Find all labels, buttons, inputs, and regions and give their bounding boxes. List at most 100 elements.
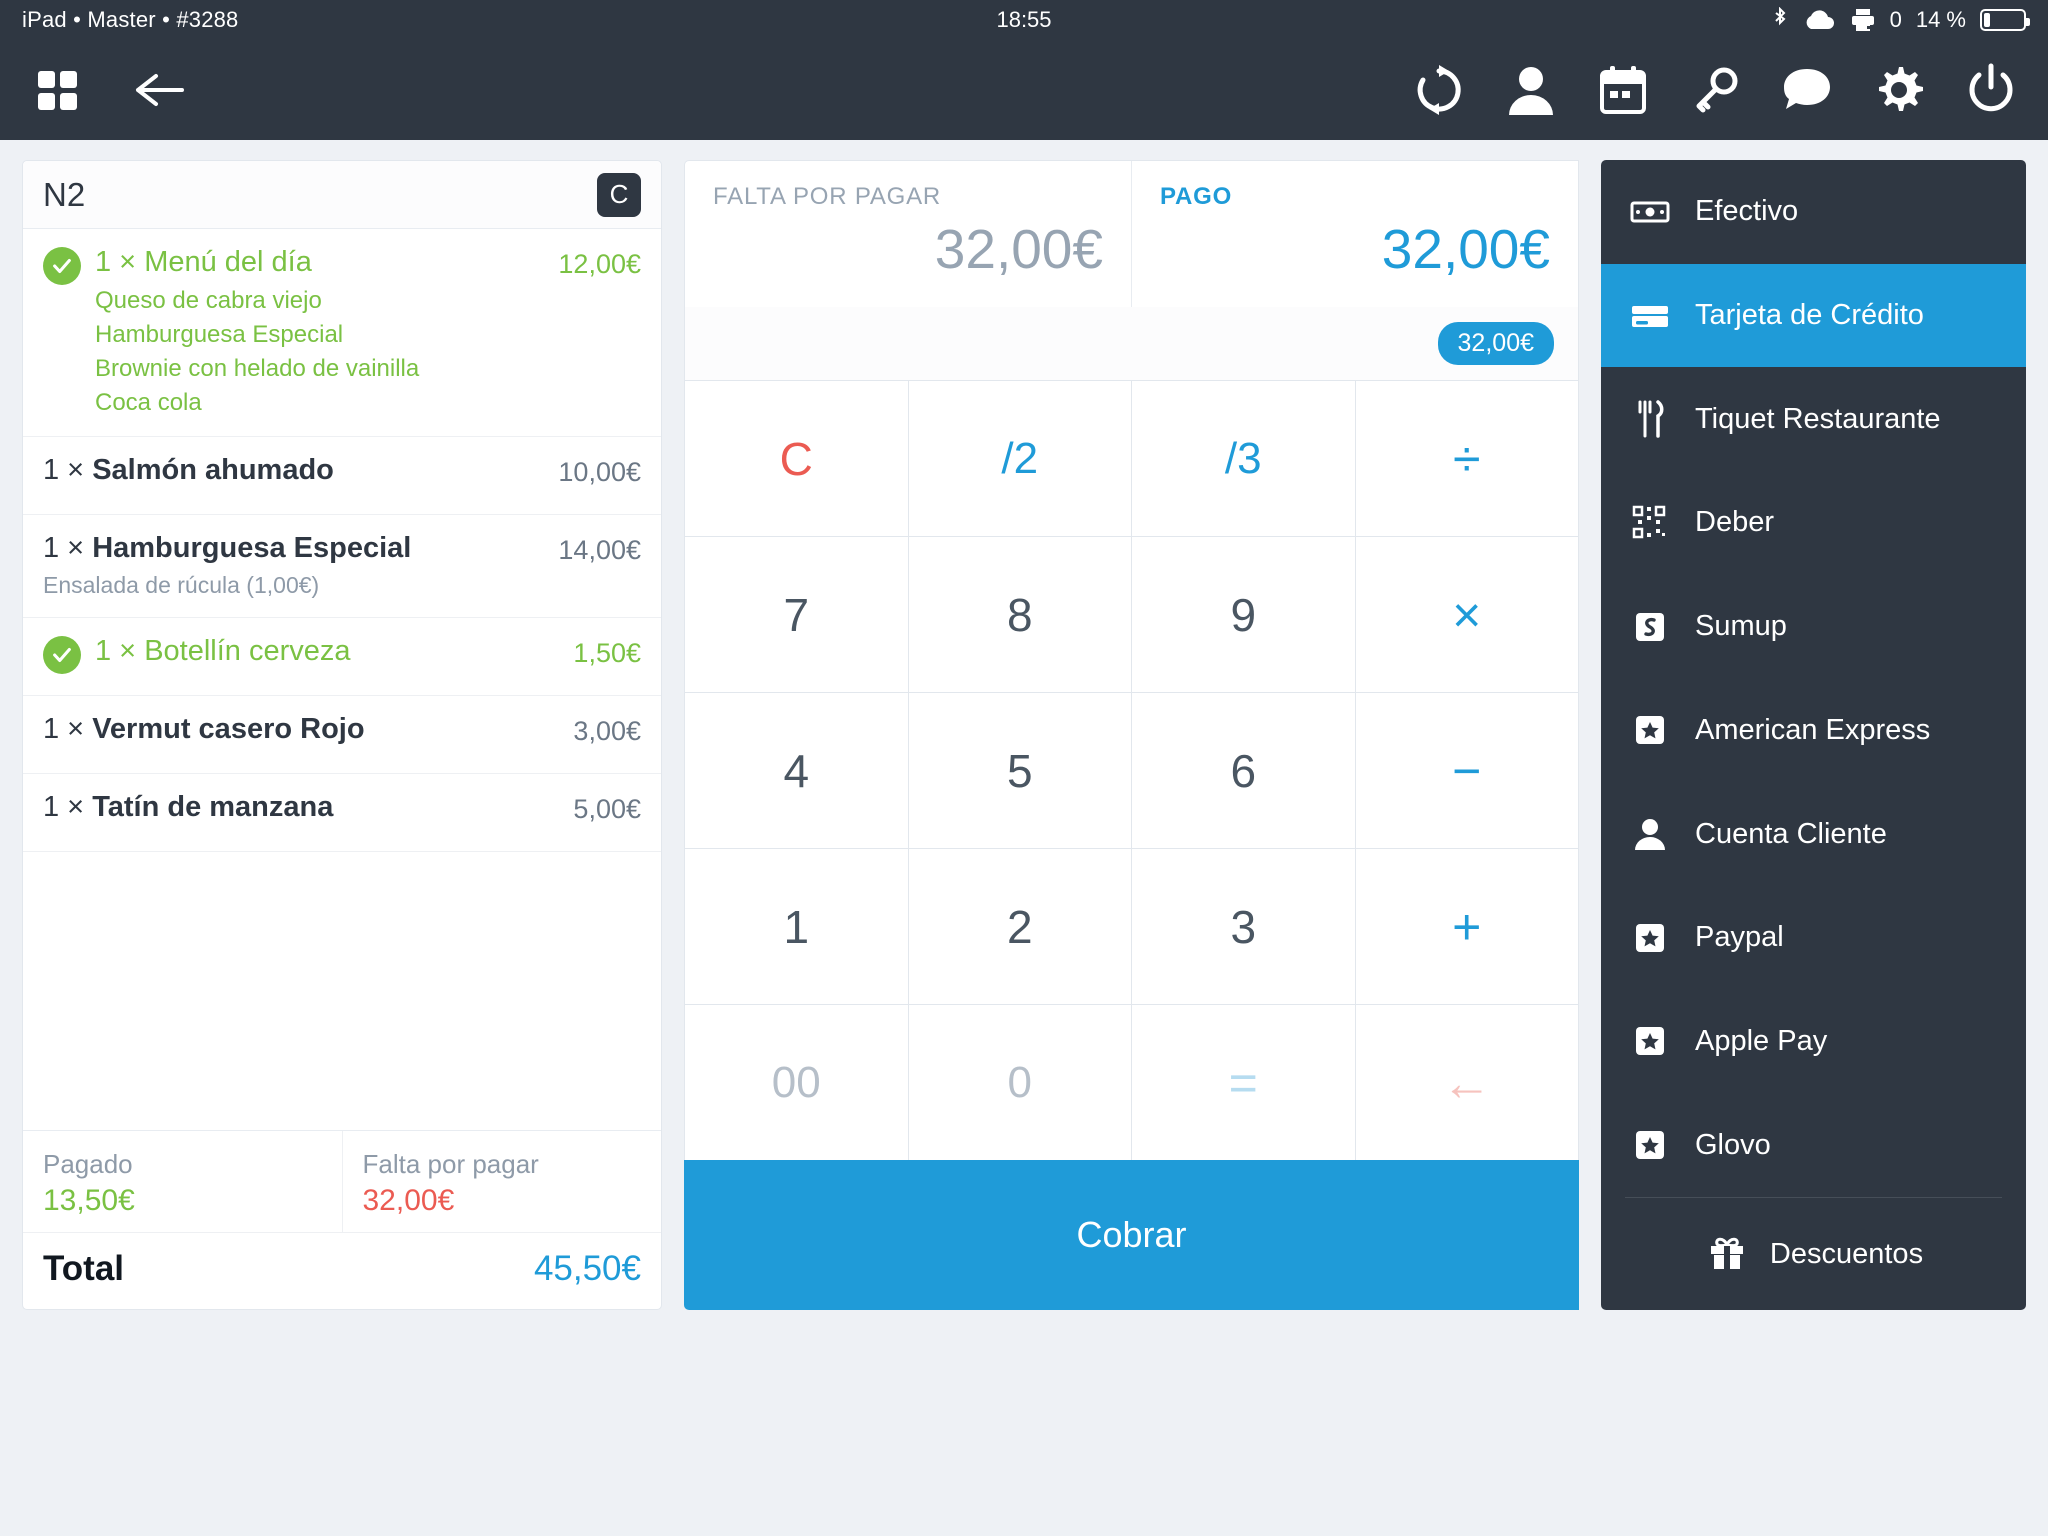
keypad-key-[interactable]: = <box>1132 1005 1355 1160</box>
paid-label: Pagado <box>43 1149 133 1179</box>
paid-cell: Pagado 13,50€ <box>23 1131 342 1232</box>
payment-method-paypal[interactable]: Paypal <box>1601 886 2026 990</box>
star-badge-icon <box>1627 1021 1673 1061</box>
keypad-key-9[interactable]: 9 <box>1132 537 1355 692</box>
keypad-key-3[interactable]: 3 <box>1132 849 1355 1004</box>
order-item-price: 3,00€ <box>573 715 641 746</box>
payment-method-tarjeta-de-cr-dito[interactable]: Tarjeta de Crédito <box>1601 263 2026 368</box>
order-item-price: 12,00€ <box>558 249 641 279</box>
gear-icon[interactable] <box>1868 59 1930 121</box>
keypad-key-1[interactable]: 1 <box>685 849 908 1004</box>
quick-amount-chip[interactable]: 32,00€ <box>1437 322 1554 365</box>
grid-menu-icon[interactable] <box>26 59 88 121</box>
payment-method-tiquet-restaurante[interactable]: Tiquet Restaurante <box>1601 367 2026 471</box>
order-item-title: 1 × Hamburguesa Especial <box>43 532 412 565</box>
order-item-title: 1 × Menú del día <box>95 246 312 278</box>
credit-card-icon <box>1627 296 1673 336</box>
paid-value: 13,50€ <box>43 1184 135 1217</box>
payment-method-glovo[interactable]: Glovo <box>1601 1093 2026 1197</box>
keypad-key-2[interactable]: 2 <box>908 849 1131 1004</box>
order-header: N2 C <box>23 161 661 229</box>
check-icon <box>43 247 81 285</box>
keypad-key-[interactable]: + <box>1355 849 1578 1004</box>
course-badge[interactable]: C <box>597 172 641 217</box>
order-item-row[interactable]: 1 × Hamburguesa Especial Ensalada de rúcu… <box>23 515 661 618</box>
keypad-key-[interactable]: ÷ <box>1355 381 1578 536</box>
keypad-key-00[interactable]: 00 <box>685 1005 908 1160</box>
payment-methods-list: Efectivo Tarjeta de Crédito Tiquet Restaur… <box>1601 160 2026 1197</box>
keypad-key-4[interactable]: 4 <box>685 693 908 848</box>
order-item-body: 1 × Menú del día Queso de cabra viejo Hamb… <box>95 245 544 420</box>
order-item-row[interactable]: 1 × Vermut casero Rojo 3,00€ <box>23 696 661 774</box>
key-icon[interactable] <box>1684 59 1746 121</box>
user-icon[interactable] <box>1500 59 1562 121</box>
back-arrow-icon[interactable] <box>128 59 190 121</box>
remaining-label: FALTA POR PAGAR <box>713 183 942 210</box>
keypad-key-2[interactable]: /2 <box>908 381 1131 536</box>
person-icon <box>1627 814 1673 854</box>
order-totals: Pagado 13,50€ Falta por pagar 32,00€ Tot… <box>23 1130 661 1309</box>
payment-method-deber[interactable]: Deber <box>1601 471 2026 575</box>
sync-icon[interactable] <box>1408 59 1470 121</box>
status-bar-left-text: iPad • Master • #3288 <box>22 7 239 32</box>
payment-method-efectivo[interactable]: Efectivo <box>1601 160 2026 264</box>
calendar-icon[interactable] <box>1592 59 1654 121</box>
payment-method-label: Cuenta Cliente <box>1695 817 1887 850</box>
order-item-row[interactable]: 1 × Menú del día Queso de cabra viejo Hamb… <box>23 229 661 438</box>
star-badge-icon <box>1627 1125 1673 1165</box>
order-item-body: 1 × Botellín cerveza <box>95 634 559 669</box>
due-cell: Falta por pagar 32,00€ <box>341 1131 662 1232</box>
payment-method-label: Deber <box>1695 506 1774 539</box>
keypad-key-[interactable]: × <box>1355 537 1578 692</box>
keypad-key-6[interactable]: 6 <box>1132 693 1355 848</box>
payment-method-label: Apple Pay <box>1695 1024 1828 1057</box>
payment-method-label: American Express <box>1695 713 1931 746</box>
keypad-key-[interactable]: − <box>1355 693 1578 848</box>
total-row: Total 45,50€ <box>23 1232 661 1309</box>
keypad-key-C[interactable]: C <box>685 381 908 536</box>
keypad-key-3[interactable]: /3 <box>1132 381 1355 536</box>
numeric-keypad: C/2/3 ÷ 7 8 9 × 4 5 6−1 2 3 +00 0 = ← <box>684 381 1579 1160</box>
order-item-body: 1 × Salmón ahumado <box>43 453 544 488</box>
check-icon <box>43 635 81 674</box>
payment-method-cuenta-cliente[interactable]: Cuenta Cliente <box>1601 782 2026 886</box>
order-title: N2 <box>43 175 86 213</box>
payment-method-sumup[interactable]: Sumup <box>1601 575 2026 679</box>
top-navigation-bar <box>0 40 2048 140</box>
order-item-body: 1 × Hamburguesa Especial Ensalada de rúcu… <box>43 531 544 601</box>
discounts-button[interactable]: Descuentos <box>1601 1198 2026 1310</box>
payment-value: 32,00€ <box>1381 218 1550 280</box>
chat-icon[interactable] <box>1776 59 1838 121</box>
qr-code-icon <box>1627 503 1673 543</box>
order-item-row[interactable]: 1 × Tatín de manzana 5,00€ <box>23 774 661 852</box>
star-badge-icon <box>1627 918 1673 958</box>
keypad-key-7[interactable]: 7 <box>685 537 908 692</box>
payment-method-label: Sumup <box>1695 610 1787 643</box>
keypad-key-0[interactable]: 0 <box>908 1005 1131 1160</box>
charge-button[interactable]: Cobrar <box>684 1160 1579 1310</box>
sumup-icon <box>1627 607 1673 647</box>
keypad-key-5[interactable]: 5 <box>908 693 1131 848</box>
payment-cell[interactable]: PAGO 32,00€ <box>1131 161 1578 307</box>
payment-method-apple-pay[interactable]: Apple Pay <box>1601 990 2026 1094</box>
printer-count: 0 <box>1889 7 1902 32</box>
order-item-body: 1 × Vermut casero Rojo <box>43 712 559 747</box>
order-item-price: 10,00€ <box>558 457 641 488</box>
remaining-cell[interactable]: FALTA POR PAGAR 32,00€ <box>685 161 1131 307</box>
due-value: 32,00€ <box>362 1184 455 1217</box>
total-label: Total <box>43 1249 125 1288</box>
payment-method-label: Tiquet Restaurante <box>1695 402 1941 435</box>
order-item-modifiers: Queso de cabra viejo Hamburguesa Especial… <box>95 286 420 417</box>
order-item-row[interactable]: 1 × Salmón ahumado 10,00€ <box>23 437 661 516</box>
keypad-key-8[interactable]: 8 <box>908 537 1131 692</box>
keypad-key-[interactable]: ← <box>1355 1005 1578 1160</box>
payment-method-american-express[interactable]: American Express <box>1601 679 2026 783</box>
order-item-row[interactable]: 1 × Botellín cerveza 1,50€ <box>23 618 661 696</box>
battery-icon <box>1980 9 2030 31</box>
status-bar-clock: 18:55 <box>996 7 1052 32</box>
order-item-price: 14,00€ <box>558 535 641 566</box>
gift-icon <box>1704 1234 1750 1274</box>
order-item-title: 1 × Tatín de manzana <box>43 790 334 823</box>
printer-icon <box>1850 7 1876 33</box>
power-icon[interactable] <box>1960 59 2022 121</box>
